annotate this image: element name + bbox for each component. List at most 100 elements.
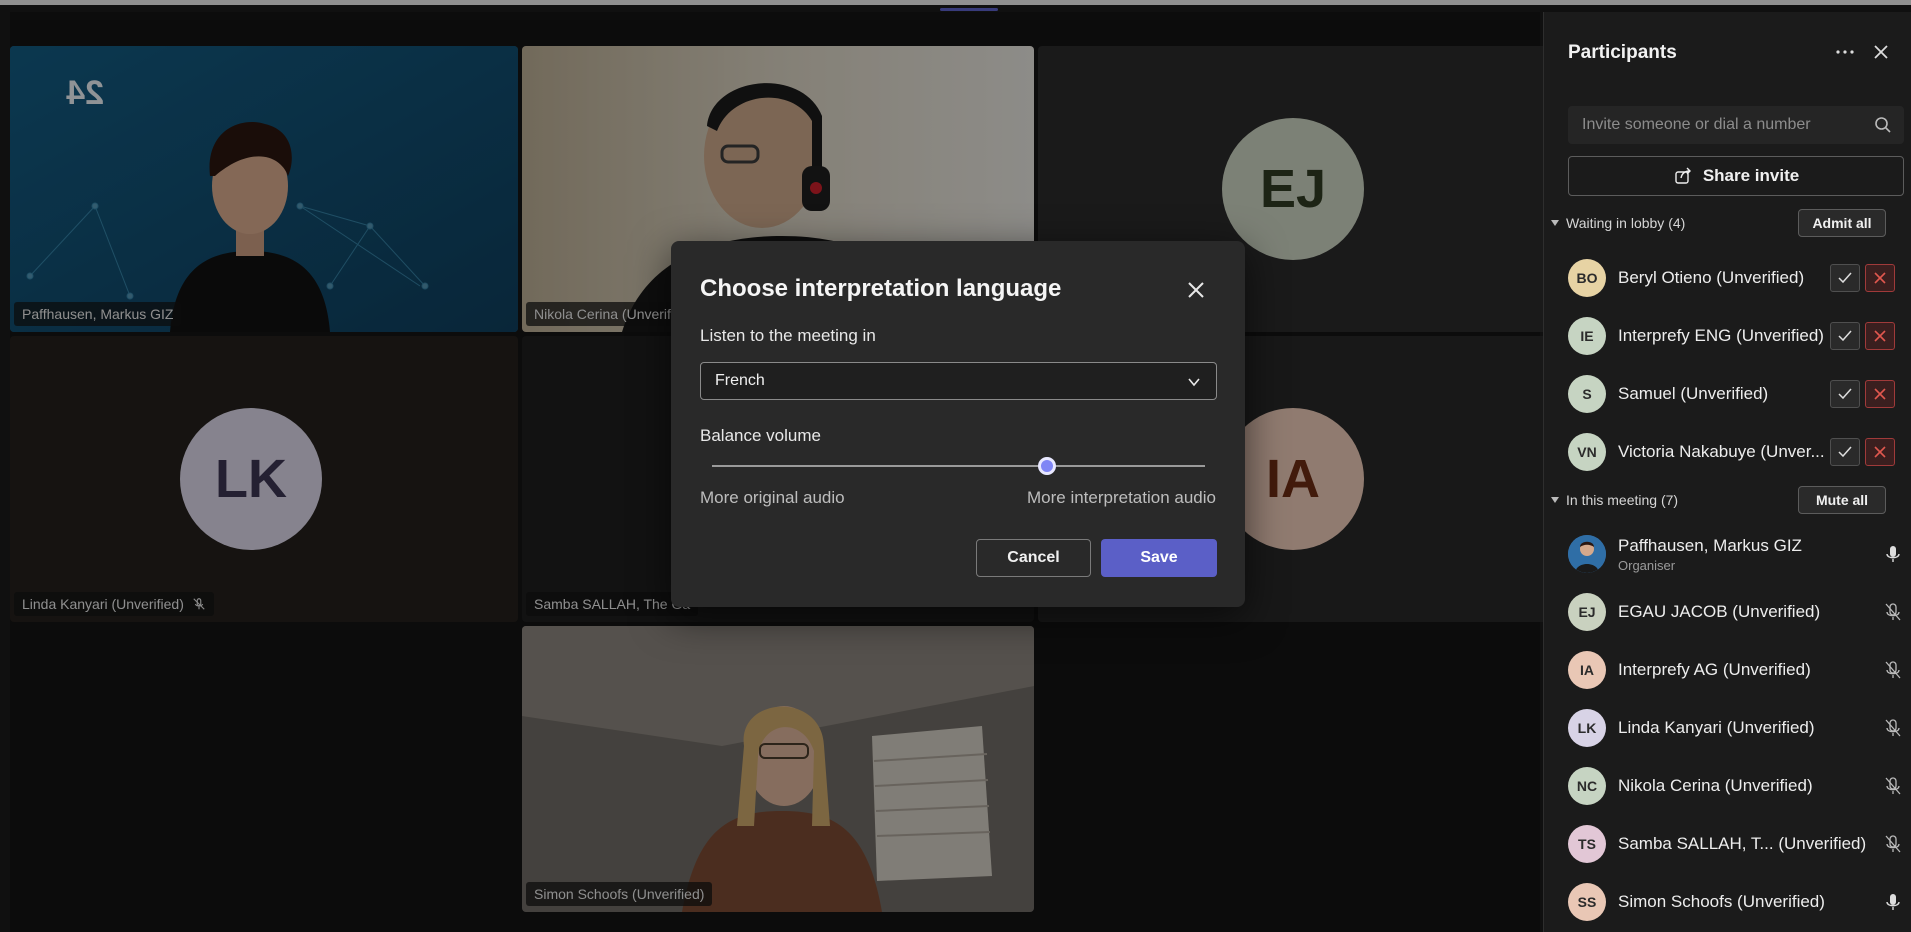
search-icon[interactable] (1874, 116, 1892, 134)
interpretation-dialog: Choose interpretation language Listen to… (671, 241, 1245, 607)
admit-button[interactable] (1830, 438, 1860, 466)
avatar: EJ (1568, 593, 1606, 631)
participant-name: Victoria Nakabuye (Unver... (1618, 442, 1825, 461)
avatar-initials: S (1582, 386, 1592, 402)
invite-input[interactable] (1582, 116, 1862, 134)
participant-name: Interprefy AG (Unverified) (1618, 660, 1811, 679)
meeting-item-samba[interactable]: TS Samba SALLAH, T... (Unverified) (1568, 820, 1908, 868)
participants-panel: Participants Share invite Waiting in lob… (1543, 12, 1911, 932)
lobby-item-victoria[interactable]: VN Victoria Nakabuye (Unver... (1568, 428, 1908, 476)
avatar-initials: EJ (1578, 604, 1596, 620)
lobby-section-header[interactable]: Waiting in lobby (4) (1550, 209, 1685, 237)
chevron-down-icon (1188, 378, 1200, 387)
mic-off-icon[interactable] (1883, 602, 1903, 622)
close-icon[interactable] (1870, 41, 1892, 63)
avatar: BO (1568, 259, 1606, 297)
meeting-section-header[interactable]: In this meeting (7) (1550, 486, 1678, 514)
check-icon (1838, 272, 1852, 284)
participant-name: Samba SALLAH, T... (Unverified) (1618, 834, 1867, 853)
more-options-icon[interactable] (1834, 42, 1856, 62)
close-icon (1874, 272, 1886, 284)
deny-button[interactable] (1865, 438, 1895, 466)
participant-role: Organiser (1618, 557, 1676, 573)
admit-button[interactable] (1830, 264, 1860, 292)
avatar: TS (1568, 825, 1606, 863)
balance-slider-track[interactable] (712, 465, 1205, 467)
lobby-item-beryl[interactable]: BO Beryl Otieno (Unverified) (1568, 254, 1908, 302)
avatar-initials: TS (1578, 836, 1596, 852)
cancel-button[interactable]: Cancel (976, 539, 1091, 577)
balance-label: Balance volume (700, 426, 821, 445)
avatar-photo (1568, 535, 1606, 573)
balance-slider-thumb[interactable] (1038, 457, 1057, 475)
mic-icon[interactable] (1883, 892, 1903, 912)
language-dropdown[interactable]: French (700, 362, 1217, 400)
admit-button[interactable] (1830, 380, 1860, 408)
mic-icon[interactable] (1883, 544, 1903, 564)
mute-all-button[interactable]: Mute all (1798, 486, 1886, 514)
share-invite-button[interactable]: Share invite (1568, 156, 1904, 196)
participant-name: Interprefy ENG (Unverified) (1618, 326, 1824, 345)
avatar-initials: IE (1580, 328, 1594, 344)
avatar: VN (1568, 433, 1606, 471)
deny-button[interactable] (1865, 264, 1895, 292)
slider-label-original: More original audio (700, 488, 845, 507)
participant-text: Paffhausen, Markus GIZ Organiser (1606, 536, 1802, 573)
mic-off-icon[interactable] (1883, 718, 1903, 738)
participant-name: Simon Schoofs (Unverified) (1618, 892, 1825, 911)
avatar (1568, 535, 1606, 573)
participant-name: Linda Kanyari (Unverified) (1618, 718, 1815, 737)
save-button[interactable]: Save (1101, 539, 1217, 577)
lobby-header-text: Waiting in lobby (4) (1566, 215, 1686, 231)
close-icon (1874, 388, 1886, 400)
avatar: S (1568, 375, 1606, 413)
caret-down-icon (1551, 220, 1559, 226)
slider-label-interpretation: More interpretation audio (1026, 488, 1216, 507)
caret-down-icon (1551, 497, 1559, 503)
close-icon (1874, 446, 1886, 458)
teams-meeting-window: 24 Paffhausen, Markus GIZ Nikola Cerina … (0, 0, 1911, 932)
meeting-item-simon[interactable]: SS Simon Schoofs (Unverified) (1568, 878, 1908, 926)
share-icon (1675, 167, 1691, 184)
close-icon[interactable] (1183, 277, 1209, 303)
avatar-initials: NC (1576, 778, 1598, 794)
avatar: IE (1568, 317, 1606, 355)
avatar-initials: BO (1576, 270, 1598, 286)
meeting-item-egau[interactable]: EJ EGAU JACOB (Unverified) (1568, 588, 1908, 636)
deny-button[interactable] (1865, 380, 1895, 408)
avatar: SS (1568, 883, 1606, 921)
participant-name: Beryl Otieno (Unverified) (1618, 268, 1805, 287)
avatar-initials: SS (1577, 894, 1597, 910)
mic-off-icon[interactable] (1883, 660, 1903, 680)
avatar: LK (1568, 709, 1606, 747)
avatar-initials: IA (1580, 662, 1594, 678)
lobby-item-interprefy-eng[interactable]: IE Interprefy ENG (Unverified) (1568, 312, 1908, 360)
share-invite-label: Share invite (1702, 166, 1800, 185)
avatar-initials: LK (1577, 720, 1597, 736)
deny-button[interactable] (1865, 322, 1895, 350)
check-icon (1838, 388, 1852, 400)
lobby-item-samuel[interactable]: S Samuel (Unverified) (1568, 370, 1908, 418)
panel-title: Participants (1568, 42, 1677, 63)
check-icon (1838, 446, 1852, 458)
admit-button[interactable] (1830, 322, 1860, 350)
dialog-title: Choose interpretation language (700, 275, 1062, 302)
avatar-initials: VN (1577, 444, 1597, 460)
invite-search-box[interactable] (1568, 106, 1904, 144)
participant-name: Samuel (Unverified) (1618, 384, 1769, 403)
meeting-item-interprefy-ag[interactable]: IA Interprefy AG (Unverified) (1568, 646, 1908, 694)
admit-all-button[interactable]: Admit all (1798, 209, 1886, 237)
close-icon (1874, 330, 1886, 342)
participant-name: Paffhausen, Markus GIZ (1618, 535, 1802, 555)
meeting-item-nikola[interactable]: NC Nikola Cerina (Unverified) (1568, 762, 1908, 810)
meeting-item-paffhausen[interactable]: Paffhausen, Markus GIZ Organiser (1568, 530, 1908, 578)
participant-name: EGAU JACOB (Unverified) (1618, 602, 1821, 621)
mic-off-icon[interactable] (1883, 776, 1903, 796)
check-icon (1838, 330, 1852, 342)
mic-off-icon[interactable] (1883, 834, 1903, 854)
language-selected-value: French (715, 372, 765, 389)
listen-label: Listen to the meeting in (700, 326, 876, 345)
meeting-item-linda[interactable]: LK Linda Kanyari (Unverified) (1568, 704, 1908, 752)
meeting-header-text: In this meeting (7) (1566, 492, 1679, 508)
avatar: IA (1568, 651, 1606, 689)
